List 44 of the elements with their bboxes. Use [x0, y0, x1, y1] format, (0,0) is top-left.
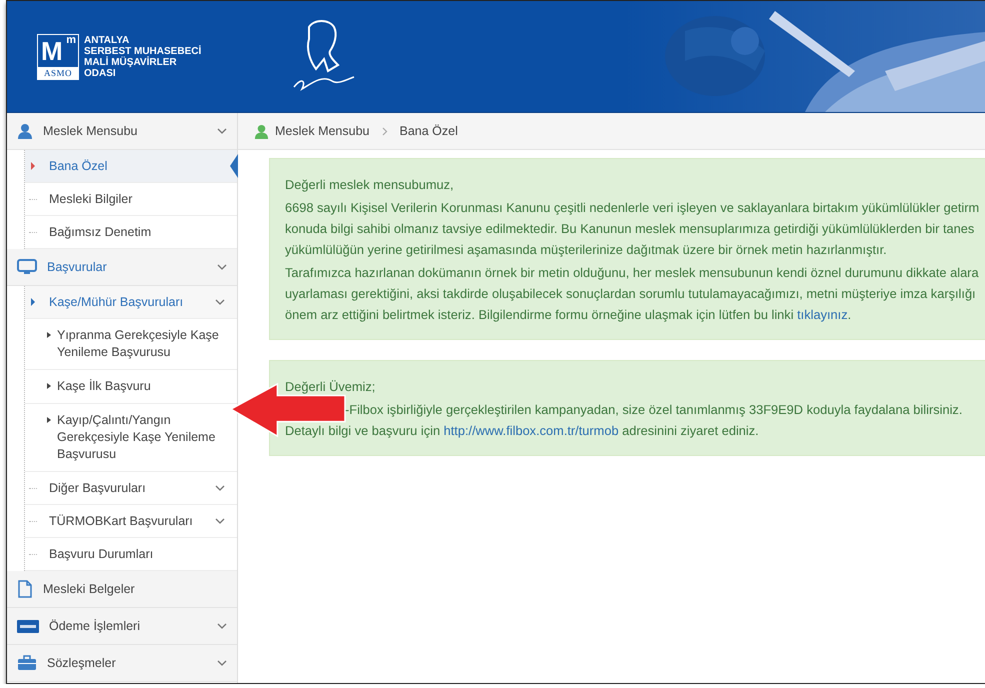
sidebar-item[interactable]: Kaşe/Mühür Başvuruları [25, 286, 237, 319]
caret-icon [47, 383, 51, 389]
chevron-down-icon [217, 660, 227, 666]
breadcrumb-item[interactable]: Meslek Mensubu [275, 124, 370, 138]
link[interactable]: tıklayınız [797, 307, 848, 322]
chevron-down-icon [217, 128, 227, 134]
chevron-right-icon [382, 126, 388, 136]
marker-icon [31, 162, 35, 170]
sidebar-item[interactable]: Başvurular [7, 249, 237, 286]
marker-icon [31, 298, 35, 306]
notice-text: önem arz ettiğini belirtmek isteriz. Bilgilendirme formu örneğine ulaşmak için lütfen bu linki tıklayınız. [285, 306, 852, 324]
document-icon [17, 580, 33, 598]
chevron-down-icon [217, 623, 227, 629]
user-icon [254, 124, 269, 138]
notice-text: 6698 sayılı Kişisel Verilerin Korunması Kanunu çeşitli nedenlerle veri işleyen ve saklayanlara birtakım yükümlülükler getirm [285, 199, 980, 217]
chevron-down-icon [215, 485, 225, 491]
monitor-icon [17, 259, 37, 275]
notice-greeting: Değerli meslek mensubumuz, [285, 176, 455, 194]
notice-text: Tarafımızca hazırlanan dokümanın örnek bir metin olduğunu, her meslek mensubunun kendi öznel durumunu dikkate alara [285, 264, 980, 282]
caret-icon [47, 332, 51, 338]
notice-text: Detaylı bilgi ve başvuru için http://www.filbox.com.tr/turmob adresinini ziyaret ediniz. [285, 422, 760, 440]
notice-text: -Filbox işbirliğiyle gerçekleştirilen kampanyadan, size özel tanımlanmış 33F9E9D koduyla faydalana bilirsiniz. [344, 401, 964, 419]
notice-greeting: Değerli Üvemiz; [285, 378, 376, 396]
sidebar-item[interactable]: Ödeme İşlemleri [7, 608, 237, 645]
link[interactable]: http://www.filbox.com.tr/turmob [444, 423, 619, 438]
organization-name: SERBEST MUHASEBECİ [84, 46, 202, 56]
chevron-down-icon [215, 299, 225, 305]
notice-text: konuda bilgi sahibi olmanız tavsiye edilmektedir. Bu Kanunun meslek mensuplarımıza getirdiği yükümlülüklerden bir tanes [285, 220, 976, 238]
caret-icon [47, 417, 51, 423]
sidebar-item[interactable]: Sözleşmeler [7, 645, 237, 682]
chevron-down-icon [215, 518, 225, 524]
card-icon [17, 620, 39, 632]
sidebar-item[interactable]: Meslek Mensubu [7, 113, 237, 150]
organization-name: ANTALYA [84, 34, 130, 46]
notice-text: yükümlülüğün yerine getirilmesi aşamasında müşterilerinize dağıtmak üzere bir örnek metin hazırlanmıştır. [285, 241, 888, 259]
organization-name: ODASI [84, 68, 117, 78]
sidebar-item[interactable]: Bana Özel [25, 150, 237, 183]
organization-name: MALİ MÜŞAVİRLER [84, 56, 178, 68]
briefcase-icon [17, 655, 37, 671]
chevron-down-icon [217, 264, 227, 270]
sidebar-item[interactable]: Mesleki Belgeler [7, 571, 237, 608]
breadcrumb-item: Bana Özel [400, 124, 458, 138]
user-icon [17, 123, 33, 139]
notice-text: uyarlaması gerektiğini, aksi takdirde oluşabilecek sonuçlardan sorumlu tutulamayacağımızı, metni müşteriye imza karşılığı [285, 285, 977, 303]
